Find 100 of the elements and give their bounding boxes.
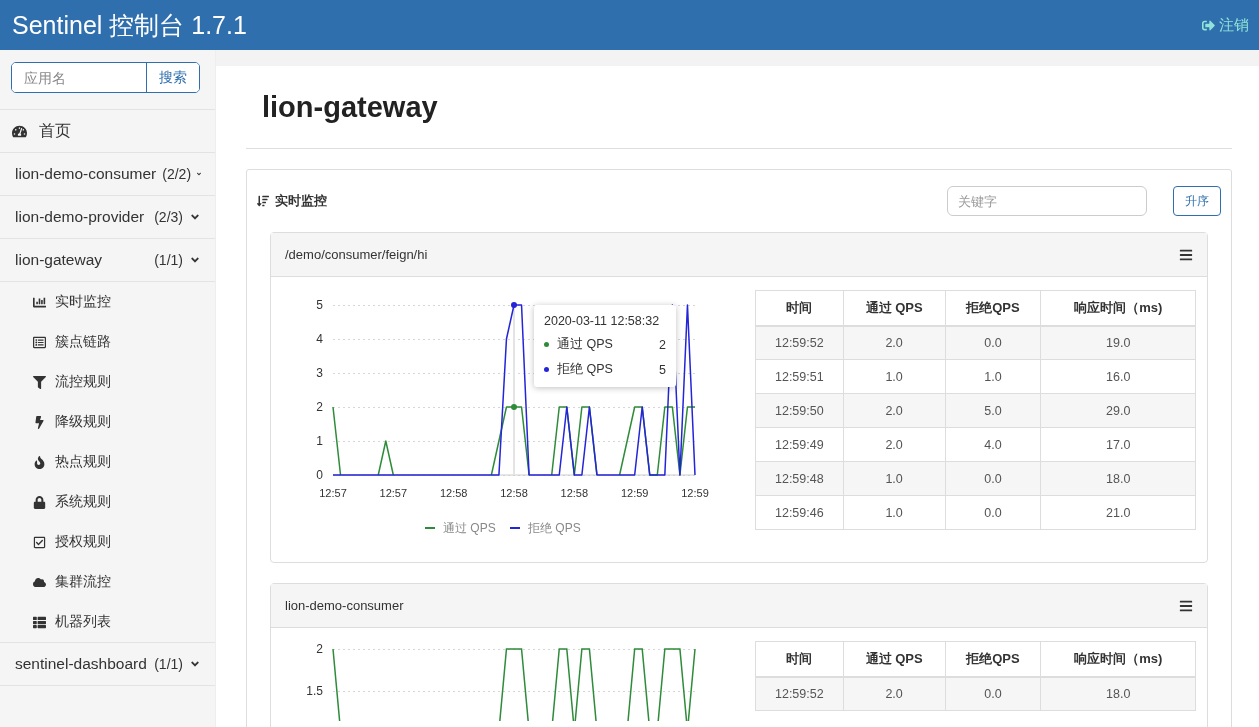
- menu-item-icon: [33, 415, 46, 429]
- app-menu-item[interactable]: lion-demo-provider (2/3): [0, 196, 215, 239]
- table-cell: 2.0: [843, 393, 946, 428]
- table-cell: 1.0: [843, 359, 946, 394]
- x-tick-label: 12:58: [439, 487, 468, 499]
- menu-item-icon: [33, 615, 46, 629]
- x-tick-label: 12:57: [319, 487, 347, 499]
- submenu-item[interactable]: 系统规则: [0, 482, 215, 522]
- x-tick-label: 12:57: [379, 487, 408, 499]
- table-cell: 29.0: [1040, 393, 1196, 428]
- table-cell: 19.0: [1040, 325, 1196, 360]
- x-tick-label: 12:58: [500, 487, 528, 499]
- table-cell: 12:59:51: [755, 359, 844, 394]
- app-menu-item[interactable]: lion-gateway (1/1): [0, 239, 215, 282]
- tooltip-value: 2: [659, 337, 666, 352]
- tooltip-dot: [544, 367, 549, 372]
- legend-marker[interactable]: [424, 527, 436, 529]
- table-cell: 2.0: [843, 676, 946, 711]
- submenu-item[interactable]: 流控规则: [0, 362, 215, 402]
- menu-item-icon: [33, 335, 46, 349]
- tooltip-title: 2020-03-11 12:58:32: [544, 314, 661, 328]
- tooltip-label: 拒绝 QPS: [557, 361, 613, 378]
- resource-name: lion-demo-consumer: [285, 598, 404, 613]
- menu-label: 实时监控: [55, 293, 111, 311]
- menu-label: 降级规则: [55, 413, 111, 431]
- dashboard-icon: [12, 123, 27, 139]
- menu-label: 系统规则: [55, 493, 111, 511]
- column-header: 通过 QPS: [843, 290, 946, 326]
- column-header: 时间: [755, 290, 844, 326]
- x-tick-label: 12:58: [560, 487, 589, 499]
- app-name: lion-demo-provider: [15, 208, 145, 226]
- table-cell: 1.0: [843, 495, 946, 530]
- menu-label: 流控规则: [55, 373, 111, 391]
- table-cell: 2.0: [843, 325, 946, 360]
- column-header: 时间: [755, 641, 844, 677]
- machine-count: (2/3): [154, 209, 183, 225]
- table-cell: 12:59:48: [755, 461, 844, 496]
- machine-count: (1/1): [154, 252, 183, 268]
- sort-icon: [257, 195, 269, 207]
- legend-label[interactable]: 拒绝 QPS: [528, 521, 581, 535]
- table-cell: 1.0: [843, 461, 946, 496]
- search-box[interactable]: 应用名 搜索: [11, 62, 200, 93]
- x-tick-label: 12:59: [681, 487, 709, 499]
- table-cell: 0.0: [945, 461, 1041, 496]
- table-cell: 17.0: [1040, 427, 1196, 462]
- resource-name: /demo/consumer/feign/hi: [285, 247, 428, 262]
- logout-icon: [1202, 18, 1215, 32]
- page-title: lion-gateway: [246, 66, 1232, 149]
- logout-link[interactable]: 注销: [1202, 15, 1249, 35]
- table-cell: 2.0: [843, 427, 946, 462]
- table-cell: 5.0: [945, 393, 1041, 428]
- home-menu-item[interactable]: 首页: [0, 109, 215, 153]
- menu-label: 热点规则: [55, 453, 111, 471]
- search-button[interactable]: 搜索: [146, 63, 199, 92]
- tooltip-label: 通过 QPS: [557, 336, 613, 353]
- submenu-item[interactable]: 簇点链路: [0, 322, 215, 362]
- y-tick-label: 0: [316, 468, 323, 482]
- legend-marker[interactable]: [509, 527, 521, 529]
- submenu-item[interactable]: 降级规则: [0, 402, 215, 442]
- column-header: 拒绝QPS: [945, 641, 1041, 677]
- table-cell: 4.0: [945, 427, 1041, 462]
- machine-count: (1/1): [154, 656, 183, 672]
- submenu-item[interactable]: 实时监控: [0, 282, 215, 322]
- y-tick-label: 1: [316, 434, 323, 448]
- menu-icon[interactable]: [1179, 598, 1193, 613]
- column-header: 拒绝QPS: [945, 290, 1041, 326]
- app-menu-item[interactable]: sentinel-dashboard (1/1): [0, 643, 215, 686]
- submenu-item[interactable]: 热点规则: [0, 442, 215, 482]
- menu-label: 首页: [39, 120, 71, 141]
- submenu-item[interactable]: 授权规则: [0, 522, 215, 562]
- table-cell: 12:59:49: [755, 427, 844, 462]
- sort-button[interactable]: 升序: [1173, 186, 1221, 216]
- app-name: sentinel-dashboard: [15, 655, 147, 673]
- tooltip-value: 5: [659, 362, 666, 377]
- submenu-item[interactable]: 机器列表: [0, 602, 215, 642]
- y-axis-label: 2: [316, 642, 323, 656]
- table-cell: 12:59:52: [755, 325, 844, 360]
- legend-label[interactable]: 通过 QPS: [443, 521, 496, 535]
- menu-item-icon: [33, 455, 46, 469]
- app-name: lion-gateway: [15, 251, 103, 269]
- menu-item-icon: [33, 495, 46, 509]
- menu-item-icon: [33, 375, 46, 389]
- app-menu-item[interactable]: lion-demo-consumer (2/2): [0, 153, 215, 196]
- x-tick-label: 12:59: [620, 487, 649, 499]
- menu-item-icon: [33, 575, 46, 589]
- menu-label: 簇点链路: [55, 333, 111, 351]
- y-tick-label: 3: [316, 366, 323, 380]
- menu-icon[interactable]: [1179, 247, 1193, 262]
- column-header: 响应时间（ms): [1040, 290, 1196, 326]
- y-tick-label: 4: [316, 332, 323, 346]
- y-axis-label: 1.5: [306, 684, 323, 698]
- menu-label: 集群流控: [55, 573, 111, 591]
- keyword-field[interactable]: 关键字: [947, 186, 1147, 216]
- panel-title: 实时监控: [275, 192, 327, 210]
- table-cell: 0.0: [945, 676, 1041, 711]
- table-cell: 0.0: [945, 495, 1041, 530]
- submenu-item[interactable]: 集群流控: [0, 562, 215, 602]
- table-cell: 16.0: [1040, 359, 1196, 394]
- table-cell: 12:59:46: [755, 495, 844, 530]
- table-cell: 1.0: [945, 359, 1041, 394]
